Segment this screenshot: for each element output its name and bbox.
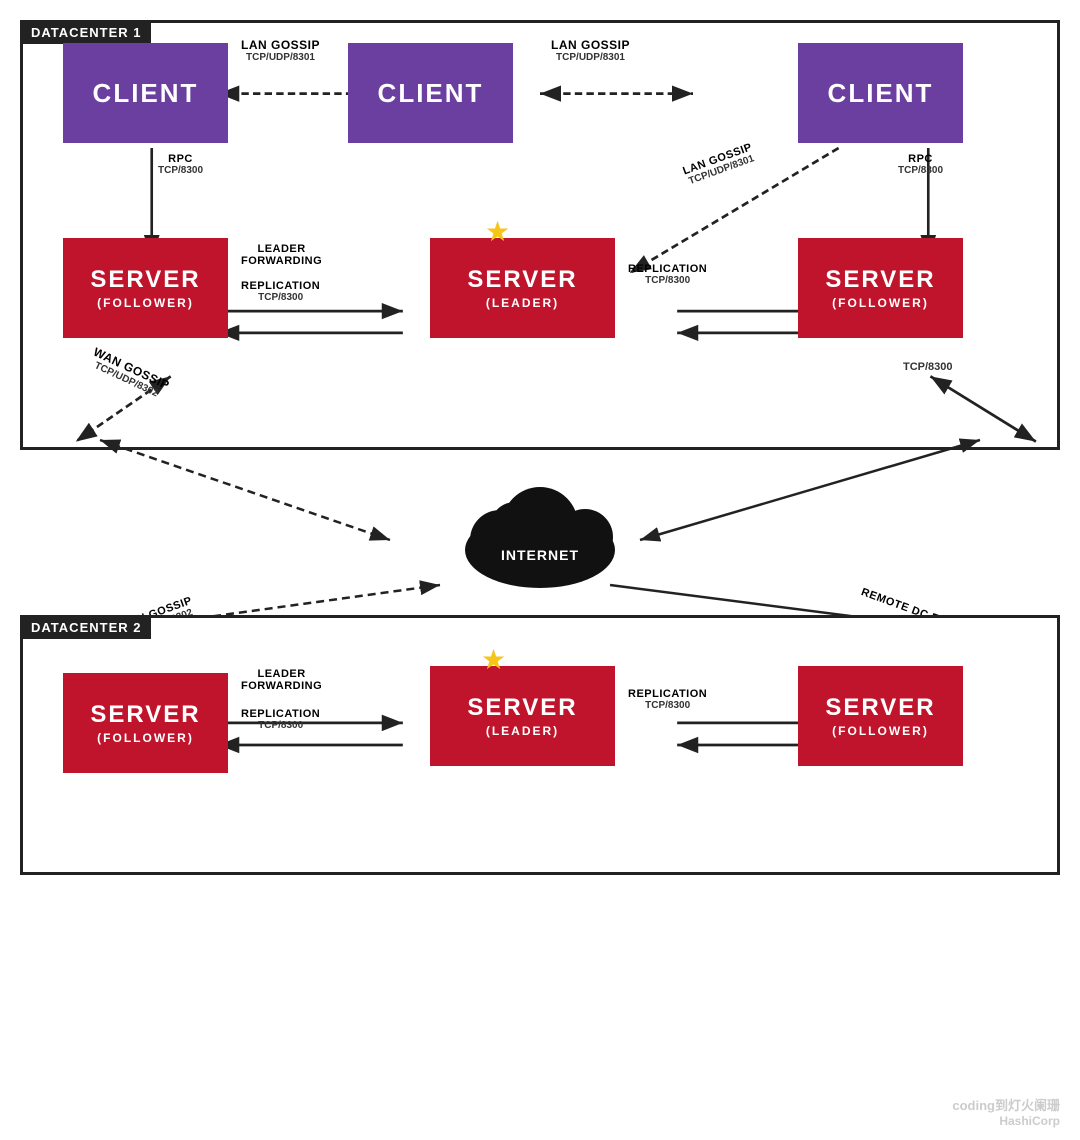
internet-section: INTERNET WAN GOSSIP TCP/UDP/8302 REMOTE … bbox=[20, 440, 1060, 620]
datacenter-2-label: DATACENTER 2 bbox=[21, 616, 151, 639]
server-3-follower: SERVER (FOLLOWER) bbox=[798, 238, 963, 338]
watermark-line1: coding到灯火阑珊 bbox=[952, 1095, 1060, 1114]
client-3: CLIENT bbox=[798, 43, 963, 143]
svg-text:INTERNET: INTERNET bbox=[501, 547, 579, 563]
server-2-leader: SERVER (LEADER) bbox=[430, 238, 615, 338]
wan-gossip-label: WAN GOSSIP TCP/UDP/8302 bbox=[87, 345, 172, 402]
datacenter-2: DATACENTER 2 SERVER (FOLLOWER) LEADER FO… bbox=[20, 615, 1060, 875]
rpc-label-right: RPC TCP/8300 bbox=[898, 153, 943, 176]
replication-label-left: REPLICATION TCP/8300 bbox=[241, 280, 320, 303]
leader-forwarding-label: LEADER FORWARDING bbox=[241, 243, 322, 267]
tcp8300-dc1-right: TCP/8300 bbox=[903, 361, 953, 373]
leader-star-dc2: ★ bbox=[481, 646, 506, 674]
lan-gossip-label-2: LAN GOSSIP TCP/UDP/8301 bbox=[551, 38, 630, 63]
dc2-replication-label-left: REPLICATION TCP/8300 bbox=[241, 708, 320, 731]
dc2-server-3-follower: SERVER (FOLLOWER) bbox=[798, 666, 963, 766]
dc2-server-1-follower: SERVER (FOLLOWER) bbox=[63, 673, 228, 773]
dc2-replication-label-right: REPLICATION TCP/8300 bbox=[628, 688, 707, 711]
dc2-leader-forwarding-label: LEADER FORWARDING bbox=[241, 668, 322, 692]
watermark: coding到灯火阑珊 HashiCorp bbox=[952, 1095, 1060, 1128]
server-1-follower: SERVER (FOLLOWER) bbox=[63, 238, 228, 338]
replication-label-right: REPLICATION TCP/8300 bbox=[628, 263, 707, 286]
internet-cloud: INTERNET bbox=[440, 465, 640, 595]
lan-gossip-diagonal-label: LAN GOSSIP TCP/UDP/8301 bbox=[681, 141, 757, 188]
dc2-server-2-leader: SERVER (LEADER) bbox=[430, 666, 615, 766]
lan-gossip-label-1: LAN GOSSIP TCP/UDP/8301 bbox=[241, 38, 320, 63]
datacenter-1: DATACENTER 1 bbox=[20, 20, 1060, 450]
client-2: CLIENT bbox=[348, 43, 513, 143]
leader-star-dc1: ★ bbox=[485, 218, 510, 246]
datacenter-1-label: DATACENTER 1 bbox=[21, 21, 151, 44]
rpc-label-left: RPC TCP/8300 bbox=[158, 153, 203, 176]
client-1: CLIENT bbox=[63, 43, 228, 143]
watermark-line2: HashiCorp bbox=[952, 1114, 1060, 1128]
